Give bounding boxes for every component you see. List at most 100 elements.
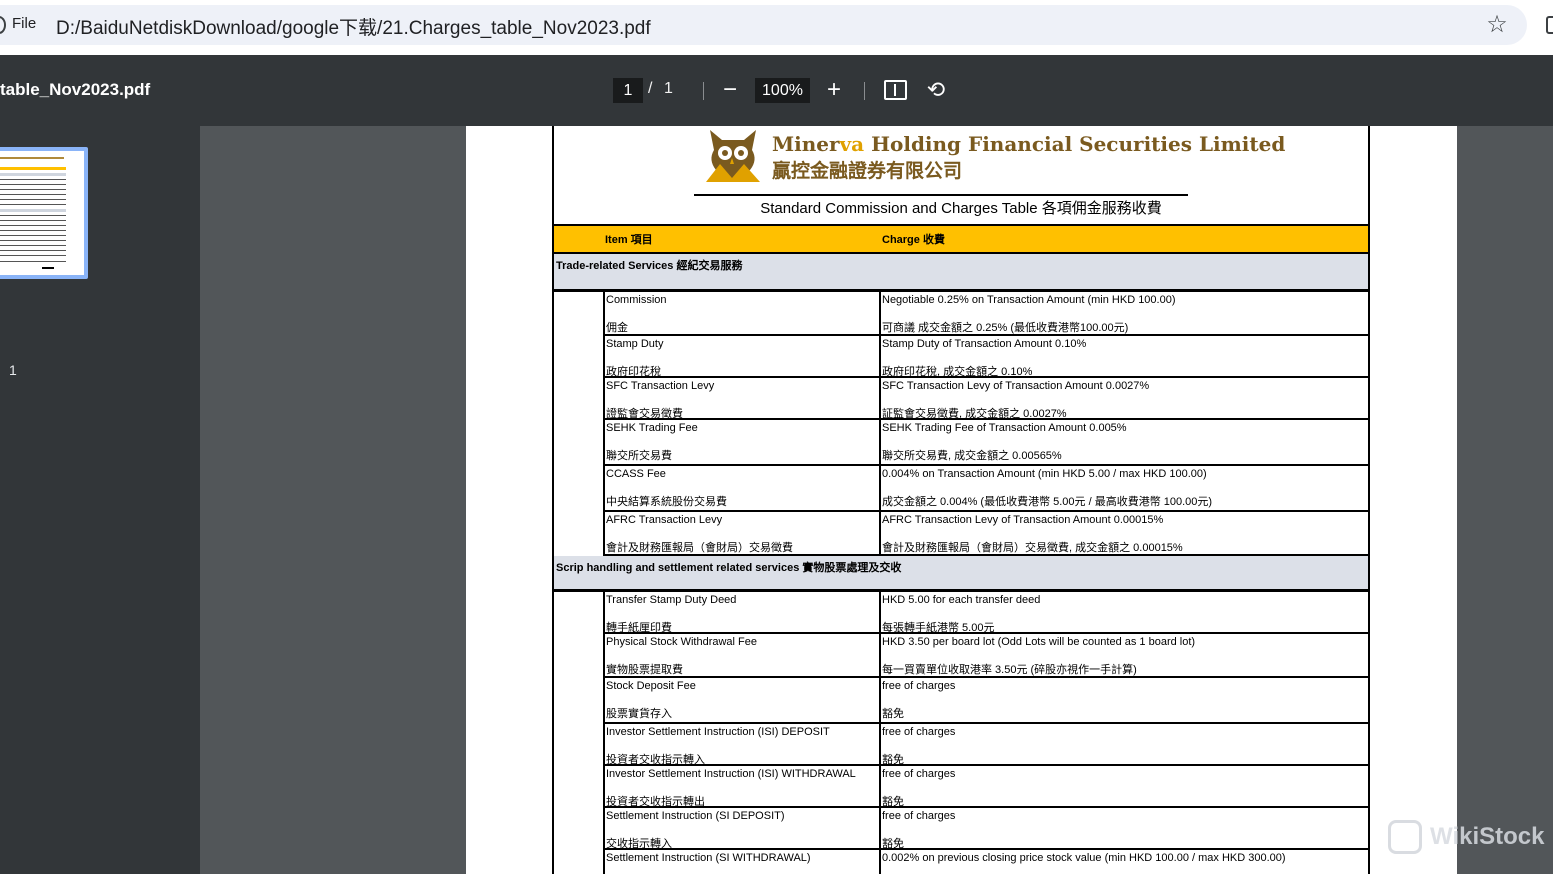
item-en: AFRC Transaction Levy [606,514,723,526]
section-title: Trade-related Services 經紀交易服務 [556,260,743,272]
document-title: table_Nov2023.pdf [0,80,151,99]
thumb-mark [42,267,54,269]
charge-en: 0.002% on previous closing price stock v… [882,852,1286,864]
bookmark-star-icon[interactable]: ☆ [1484,10,1510,40]
item-zh: 政府印花稅 [606,366,661,378]
thumb-row [0,204,66,205]
charge-zh: 可商議 成交金額之 0.25% (最低收費港幣100.00元) [882,322,1129,334]
thumb-section [0,209,66,212]
item-cell: Physical Stock Withdrawal Fee 實物股票提取費 [603,634,879,678]
charge-cell: Negotiable 0.25% on Transaction Amount (… [879,292,1368,336]
table-row: Investor Settlement Instruction (ISI) DE… [552,724,1370,766]
item-cell: Settlement Instruction (SI DEPOSIT) 交收指示轉… [603,808,879,850]
file-scheme-chip[interactable]: File [12,15,36,32]
item-zh: 實物股票提取費 [606,664,683,676]
thumb-row [0,225,66,226]
item-zh: 證監會交易徵費 [606,408,683,420]
charge-cell: free of charges 豁免 [879,724,1368,766]
charge-cell: HKD 3.50 per board lot (Odd Lots will be… [879,634,1368,678]
company-name-en-part2: Holding Financial Securities Limited [864,132,1286,156]
item-zh: 投資者交收指示轉出 [606,796,705,808]
item-cell: AFRC Transaction Levy 會計及財務匯報局（會財局）交易徵費 [603,512,879,556]
zoom-level-input[interactable]: 100% [755,78,810,103]
company-name-zh: 贏控金融證券有限公司 [772,160,963,182]
item-cell: Investor Settlement Instruction (ISI) WI… [603,766,879,808]
thumb-row [0,230,66,231]
item-cell: Commission 佣金 [603,292,879,336]
toolbar-divider [864,82,865,100]
url-text[interactable]: D:/BaiduNetdiskDownload/google下载/21.Char… [56,13,651,40]
item-cell: Investor Settlement Instruction (ISI) DE… [603,724,879,766]
charge-en: SFC Transaction Levy of Transaction Amou… [882,380,1150,392]
charge-zh: 証監會交易徵費, 成交金額之 0.0027% [882,408,1067,420]
fit-to-page-icon[interactable] [884,80,907,100]
table-row: Investor Settlement Instruction (ISI) WI… [552,766,1370,808]
charge-en: HKD 5.00 for each transfer deed [882,594,1041,606]
table-row: Stamp Duty 政府印花稅 Stamp Duty of Transactio… [552,336,1370,378]
table-row: SFC Transaction Levy 證監會交易徵費 SFC Transact… [552,378,1370,420]
item-en: Transfer Stamp Duty Deed [606,594,737,606]
table-row: Stock Deposit Fee 股票實貨存入 free of charges 豁… [552,678,1370,724]
zoom-out-icon[interactable]: − [716,73,744,107]
item-zh: 中央結算系統股份交易費 [606,496,727,508]
item-cell: Transfer Stamp Duty Deed 轉手紙厘印費 [603,592,879,634]
thumb-row [0,179,66,180]
charge-en: free of charges [882,680,956,692]
item-cell: Stock Deposit Fee 股票實貨存入 [603,678,879,724]
item-zh: 聯交所交易費 [606,450,672,462]
item-cell: Settlement Instruction (SI WITHDRAWAL) [603,850,879,874]
charge-zh: 每一買賣單位收取港率 3.50元 (碎股亦視作一手計算) [882,664,1137,676]
charge-zh: 政府印花稅, 成交金額之 0.10% [882,366,1033,378]
charge-cell: free of charges 豁免 [879,766,1368,808]
charge-cell: free of charges 豁免 [879,678,1368,724]
item-zh: 轉手紙厘印費 [606,622,672,634]
zoom-in-icon[interactable]: + [820,73,848,107]
charge-zh: 每張轉手紙港幣 5.00元 [882,622,995,634]
table-row: Physical Stock Withdrawal Fee 實物股票提取費 HKD… [552,634,1370,678]
charge-zh: 豁免 [882,796,904,808]
item-cell: SEHK Trading Fee 聯交所交易費 [603,420,879,466]
item-en: Settlement Instruction (SI DEPOSIT) [606,810,785,822]
charge-cell: 0.004% on Transaction Amount (min HKD 5.… [879,466,1368,512]
page-number-input[interactable]: 1 [613,78,643,103]
charge-cell: 0.002% on previous closing price stock v… [879,850,1368,874]
table-row: Settlement Instruction (SI WITHDRAWAL) 0… [552,850,1370,874]
charge-cell: Stamp Duty of Transaction Amount 0.10% 政府… [879,336,1368,378]
thumb-logo [0,157,64,159]
thumb-row [0,235,66,236]
item-en: SEHK Trading Fee [606,422,698,434]
pdf-toolbar: table_Nov2023.pdf 1 / 1 − 100% + ⟲ [0,55,1553,126]
table-row: AFRC Transaction Levy 會計及財務匯報局（會財局）交易徵費 A… [552,512,1370,556]
item-zh: 股票實貨存入 [606,708,672,720]
charge-cell: SEHK Trading Fee of Transaction Amount 0… [879,420,1368,466]
charge-en: free of charges [882,726,956,738]
table-row: CCASS Fee 中央結算系統股份交易費 0.004% on Transacti… [552,466,1370,512]
charge-zh: 豁免 [882,708,904,720]
item-en: CCASS Fee [606,468,666,480]
item-cell: SFC Transaction Levy 證監會交易徵費 [603,378,879,420]
table-row: Commission 佣金 Negotiable 0.25% on Transac… [552,292,1370,336]
thumbnail-page-number: 1 [9,362,17,378]
header-charge: Charge 收費 [882,234,945,246]
item-en: SFC Transaction Levy [606,380,715,392]
item-zh: 投資者交收指示轉入 [606,754,705,766]
thumb-row [0,189,66,190]
page-separator: / [648,80,653,97]
company-name-en-part1: Miner [772,132,840,156]
toolbar-divider [703,82,704,100]
thumb-row [0,194,66,195]
item-en: Stamp Duty [606,338,664,350]
item-en: Stock Deposit Fee [606,680,696,692]
side-panel-icon[interactable] [1546,16,1553,34]
pdf-viewer[interactable]: Minerva Holding Financial Securities Lim… [200,126,1553,874]
thumb-row [0,240,66,241]
thumbnail-sidebar: 1 [0,126,200,874]
charge-cell: AFRC Transaction Levy of Transaction Amo… [879,512,1368,556]
table-title: Standard Commission and Charges Table 各項… [552,196,1370,226]
item-en: Physical Stock Withdrawal Fee [606,636,757,648]
thumb-section [0,173,66,176]
charge-zh: 豁免 [882,754,904,766]
page-thumbnail[interactable] [0,151,84,275]
rotate-icon[interactable]: ⟲ [923,77,949,103]
item-zh: 佣金 [606,322,628,334]
